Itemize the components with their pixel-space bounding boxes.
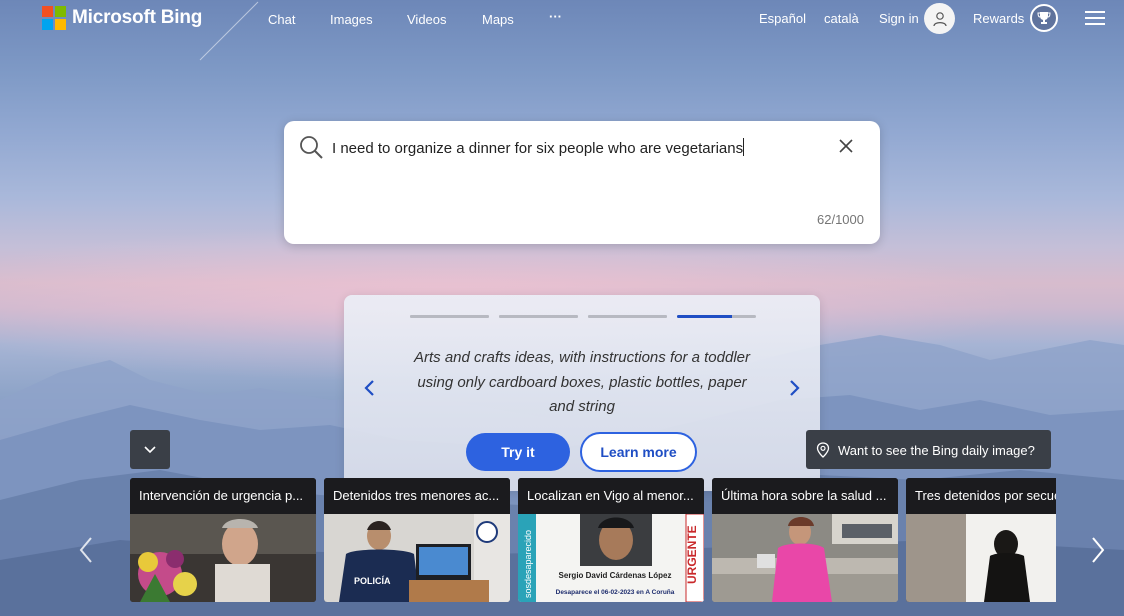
poster-date-text: Desaparece el 06-02-2023 en A Coruña — [556, 589, 675, 596]
sign-in-link[interactable]: Sign in — [879, 11, 919, 26]
chevron-down-icon — [144, 445, 156, 453]
poster-urgent-text: URGENTE — [685, 525, 699, 584]
bing-logo[interactable]: Microsoft Bing — [42, 6, 202, 30]
news-title: Tres detenidos por secue — [906, 478, 1056, 514]
news-image — [130, 514, 316, 602]
collapse-feed-button[interactable] — [130, 430, 170, 469]
prompt-suggestion-card: Arts and crafts ideas, with instructions… — [344, 295, 820, 491]
progress-fill — [499, 315, 578, 318]
progress-step-4[interactable] — [677, 315, 756, 318]
daily-image-button[interactable]: Want to see the Bing daily image? — [806, 430, 1051, 469]
progress-step-3[interactable] — [588, 315, 667, 318]
news-card[interactable]: Intervención de urgencia p... — [130, 478, 316, 602]
chevron-left-icon[interactable] — [362, 378, 376, 398]
character-count: 62/1000 — [817, 212, 864, 227]
learn-more-button[interactable]: Learn more — [580, 432, 697, 472]
news-carousel: Intervención de urgencia p... Detenidos … — [130, 478, 1056, 602]
news-card[interactable]: Localizan en Vigo al menor... sosdesapar… — [518, 478, 704, 602]
suggestion-text: Arts and crafts ideas, with instructions… — [414, 349, 750, 415]
news-image: POLICÍA — [324, 514, 510, 602]
news-title: Intervención de urgencia p... — [130, 478, 316, 514]
chevron-right-icon[interactable] — [1090, 536, 1106, 564]
user-icon[interactable] — [924, 3, 955, 34]
nav-chat[interactable]: Chat — [268, 12, 295, 27]
progress-step-2[interactable] — [499, 315, 578, 318]
poster-name-text: Sergio David Cárdenas López — [559, 571, 672, 580]
news-title: Última hora sobre la salud ... — [712, 478, 898, 514]
news-card[interactable]: Última hora sobre la salud ... — [712, 478, 898, 602]
news-image — [712, 514, 898, 602]
nav-maps[interactable]: Maps — [482, 12, 514, 27]
police-badge-text: POLICÍA — [354, 576, 391, 586]
progress-fill — [410, 315, 489, 318]
poster-side-text: sosdesaparecido — [523, 530, 533, 598]
news-card[interactable]: Detenidos tres menores ac... POLICÍA — [324, 478, 510, 602]
rewards-link[interactable]: Rewards — [973, 11, 1024, 26]
chevron-right-icon[interactable] — [788, 378, 802, 398]
language-espanol[interactable]: Español — [759, 11, 806, 26]
language-catala[interactable]: català — [824, 11, 859, 26]
chevron-left-icon[interactable] — [78, 536, 94, 564]
close-icon[interactable] — [838, 138, 854, 154]
news-image — [906, 514, 1056, 602]
menu-icon[interactable] — [1085, 11, 1105, 27]
progress-step-1[interactable] — [410, 315, 489, 318]
news-card[interactable]: Tres detenidos por secue — [906, 478, 1056, 602]
search-icon — [300, 136, 323, 159]
nav-videos[interactable]: Videos — [407, 12, 447, 27]
news-image: sosdesaparecido URGENTE Sergio David Cár… — [518, 514, 704, 602]
nav-images[interactable]: Images — [330, 12, 373, 27]
search-input[interactable]: I need to organize a dinner for six peop… — [332, 138, 745, 157]
news-title: Localizan en Vigo al menor... — [518, 478, 704, 514]
top-bar: Microsoft Bing Chat Images Videos Maps ·… — [0, 0, 1124, 40]
microsoft-logo-icon — [42, 6, 66, 30]
search-box[interactable]: I need to organize a dinner for six peop… — [284, 121, 880, 244]
progress-fill — [677, 315, 733, 318]
carousel-progress — [410, 315, 756, 318]
text-caret — [743, 138, 745, 156]
brand-name: Microsoft Bing — [72, 7, 203, 28]
search-input-value: I need to organize a dinner for six peop… — [332, 140, 744, 157]
news-title: Detenidos tres menores ac... — [324, 478, 510, 514]
trophy-icon[interactable] — [1030, 4, 1058, 32]
try-it-button[interactable]: Try it — [466, 433, 570, 471]
nav-more-icon[interactable]: ··· — [549, 9, 562, 24]
location-pin-icon — [816, 442, 830, 458]
progress-fill — [588, 315, 667, 318]
daily-image-text: Want to see the Bing daily image? — [838, 443, 1035, 458]
